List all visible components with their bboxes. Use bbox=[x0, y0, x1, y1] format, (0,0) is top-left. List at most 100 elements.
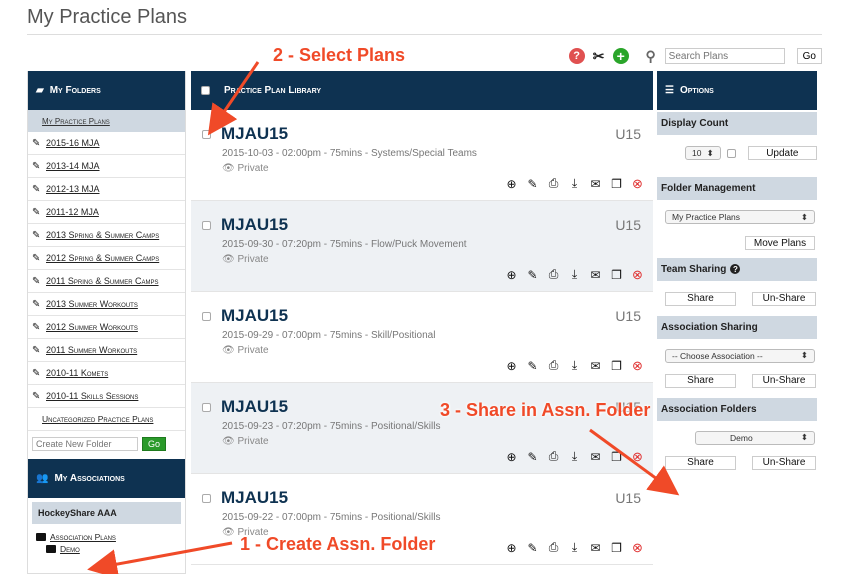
delete-icon[interactable]: ⊗ bbox=[630, 176, 645, 191]
edit-pencil-icon[interactable]: ✎ bbox=[32, 345, 46, 356]
association-folder-select[interactable]: Demo ⬍ bbox=[695, 430, 815, 445]
display-count-checkbox[interactable] bbox=[726, 148, 736, 158]
select-all-checkbox[interactable] bbox=[201, 86, 210, 95]
print-icon[interactable]: ⎙ bbox=[546, 267, 561, 282]
plan-checkbox[interactable] bbox=[202, 494, 211, 503]
folder-item[interactable]: ✎ 2013 Spring & Summer Camps bbox=[28, 224, 185, 247]
new-folder-input[interactable] bbox=[32, 437, 138, 451]
plan-name[interactable]: MJAU15 bbox=[221, 488, 288, 508]
edit-pencil-icon[interactable]: ✎ bbox=[32, 184, 46, 195]
team-share-button[interactable]: Share bbox=[665, 291, 736, 306]
new-folder-go-button[interactable]: Go bbox=[142, 437, 167, 451]
folder-label[interactable]: 2010-11 Skills Sessions bbox=[46, 391, 138, 401]
association-plans-label[interactable]: Association Plans bbox=[50, 532, 116, 542]
plan-checkbox[interactable] bbox=[202, 403, 211, 412]
folder-item[interactable]: ✎ 2015-16 MJA bbox=[28, 132, 185, 155]
zoom-icon[interactable]: ⊕ bbox=[504, 540, 519, 555]
zoom-icon[interactable]: ⊕ bbox=[504, 176, 519, 191]
delete-icon[interactable]: ⊗ bbox=[630, 267, 645, 282]
move-plans-button[interactable]: Move Plans bbox=[745, 236, 815, 250]
print-icon[interactable]: ⎙ bbox=[546, 176, 561, 191]
folder-item[interactable]: ✎ 2012 Spring & Summer Camps bbox=[28, 247, 185, 270]
print-icon[interactable]: ⎙ bbox=[546, 540, 561, 555]
association-share-button[interactable]: Share bbox=[665, 373, 736, 388]
edit-pencil-icon[interactable]: ✎ bbox=[32, 322, 46, 333]
download-icon[interactable]: ⤓ bbox=[567, 176, 582, 191]
uncategorized-label[interactable]: Uncategorized Practice Plans bbox=[42, 414, 153, 424]
plan-checkbox[interactable] bbox=[202, 221, 211, 230]
folder-unshare-button[interactable]: Un-Share bbox=[752, 455, 816, 470]
edit-pencil-icon[interactable]: ✎ bbox=[32, 299, 46, 310]
zoom-icon[interactable]: ⊕ bbox=[504, 267, 519, 282]
association-select[interactable]: -- Choose Association -- ⬍ bbox=[665, 348, 815, 363]
copy-icon[interactable]: ❐ bbox=[609, 267, 624, 282]
edit-pencil-icon[interactable]: ✎ bbox=[32, 138, 46, 149]
update-button[interactable]: Update bbox=[747, 146, 817, 160]
download-icon[interactable]: ⤓ bbox=[567, 358, 582, 373]
edit-pencil-icon[interactable]: ✎ bbox=[32, 276, 46, 287]
edit-icon[interactable]: ✎ bbox=[525, 540, 540, 555]
edit-pencil-icon[interactable]: ✎ bbox=[32, 161, 46, 172]
tools-icon[interactable]: ✂ bbox=[591, 48, 607, 64]
folder-label[interactable]: 2011 Spring & Summer Camps bbox=[46, 276, 159, 286]
copy-icon[interactable]: ❐ bbox=[609, 176, 624, 191]
edit-icon[interactable]: ✎ bbox=[525, 358, 540, 373]
search-go-button[interactable]: Go bbox=[796, 48, 822, 64]
edit-pencil-icon[interactable]: ✎ bbox=[32, 368, 46, 379]
email-icon[interactable]: ✉ bbox=[588, 267, 603, 282]
association-plans-item[interactable]: Association Plans bbox=[28, 532, 185, 542]
folder-label[interactable]: 2013 Summer Workouts bbox=[46, 299, 138, 309]
folder-item[interactable]: ✎ 2013 Summer Workouts bbox=[28, 293, 185, 316]
folder-label[interactable]: 2013 Spring & Summer Camps bbox=[46, 230, 159, 240]
plan-name[interactable]: MJAU15 bbox=[221, 306, 288, 326]
help-icon[interactable]: ? bbox=[730, 264, 741, 274]
folder-label[interactable]: 2011 Summer Workouts bbox=[46, 345, 137, 355]
download-icon[interactable]: ⤓ bbox=[567, 540, 582, 555]
plan-name[interactable]: MJAU15 bbox=[221, 124, 288, 144]
download-icon[interactable]: ⤓ bbox=[567, 267, 582, 282]
zoom-icon[interactable]: ⊕ bbox=[504, 449, 519, 464]
copy-icon[interactable]: ❐ bbox=[609, 358, 624, 373]
folder-label[interactable]: 2010-11 Komets bbox=[46, 368, 108, 378]
email-icon[interactable]: ✉ bbox=[588, 540, 603, 555]
selected-folder-label[interactable]: My Practice Plans bbox=[42, 117, 110, 126]
edit-pencil-icon[interactable]: ✎ bbox=[32, 253, 46, 264]
folder-label[interactable]: 2012 Summer Workouts bbox=[46, 322, 138, 332]
email-icon[interactable]: ✉ bbox=[588, 449, 603, 464]
download-icon[interactable]: ⤓ bbox=[567, 449, 582, 464]
folder-share-button[interactable]: Share bbox=[665, 455, 736, 470]
help-icon[interactable]: ? bbox=[568, 48, 585, 64]
folder-select[interactable]: My Practice Plans ⬍ bbox=[665, 210, 815, 224]
uncategorized-folder[interactable]: Uncategorized Practice Plans bbox=[28, 408, 185, 431]
folder-item[interactable]: ✎ 2012 Summer Workouts bbox=[28, 316, 185, 339]
folder-label[interactable]: 2015-16 MJA bbox=[46, 138, 100, 148]
folder-item[interactable]: ✎ 2011-12 MJA bbox=[28, 201, 185, 224]
folder-item[interactable]: ✎ 2011 Summer Workouts bbox=[28, 339, 185, 362]
delete-icon[interactable]: ⊗ bbox=[630, 449, 645, 464]
add-icon[interactable]: + bbox=[612, 48, 629, 64]
association-folder-label[interactable]: Demo bbox=[60, 544, 80, 554]
email-icon[interactable]: ✉ bbox=[588, 358, 603, 373]
association-folder-item[interactable]: Demo bbox=[28, 544, 185, 554]
folder-label[interactable]: 2012-13 MJA bbox=[46, 184, 100, 194]
zoom-icon[interactable]: ⊕ bbox=[504, 358, 519, 373]
plan-checkbox[interactable] bbox=[202, 130, 211, 139]
email-icon[interactable]: ✉ bbox=[588, 176, 603, 191]
folder-item[interactable]: ✎ 2013-14 MJA bbox=[28, 155, 185, 178]
plan-name[interactable]: MJAU15 bbox=[221, 397, 288, 417]
plan-checkbox[interactable] bbox=[202, 312, 211, 321]
selected-folder[interactable]: My Practice Plans bbox=[28, 110, 185, 132]
folder-label[interactable]: 2013-14 MJA bbox=[46, 161, 100, 171]
folder-item[interactable]: ✎ 2012-13 MJA bbox=[28, 178, 185, 201]
team-unshare-button[interactable]: Un-Share bbox=[752, 291, 816, 306]
print-icon[interactable]: ⎙ bbox=[546, 449, 561, 464]
edit-pencil-icon[interactable]: ✎ bbox=[32, 230, 46, 241]
display-count-select[interactable]: 10 ⬍ bbox=[685, 146, 721, 160]
edit-icon[interactable]: ✎ bbox=[525, 267, 540, 282]
folder-item[interactable]: ✎ 2011 Spring & Summer Camps bbox=[28, 270, 185, 293]
edit-pencil-icon[interactable]: ✎ bbox=[32, 207, 46, 218]
edit-icon[interactable]: ✎ bbox=[525, 449, 540, 464]
copy-icon[interactable]: ❐ bbox=[609, 540, 624, 555]
folder-label[interactable]: 2011-12 MJA bbox=[46, 207, 99, 217]
folder-label[interactable]: 2012 Spring & Summer Camps bbox=[46, 253, 159, 263]
